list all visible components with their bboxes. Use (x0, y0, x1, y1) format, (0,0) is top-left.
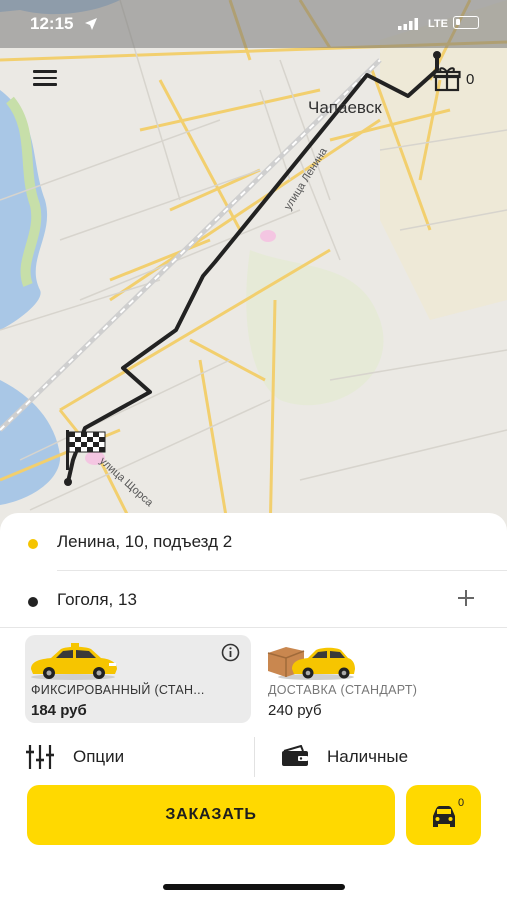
payment-method-button[interactable]: Наличные (255, 733, 507, 781)
destination-address-row[interactable]: Гоголя, 13 (0, 571, 507, 627)
payment-method-label: Наличные (327, 747, 409, 766)
destination-dot-icon (28, 597, 38, 607)
tariff-price: 184 руб (31, 702, 87, 719)
home-indicator[interactable] (163, 884, 345, 890)
order-button-label: ЗАКАЗАТЬ (165, 806, 257, 823)
active-orders-button[interactable]: 0 (406, 785, 481, 845)
map-city-label: Чапаевск (308, 98, 382, 117)
order-sheet: Ленина, 10, подъезд 2 Гоголя, 13 ФИКСИРО… (0, 513, 507, 900)
gift-count: 0 (466, 71, 475, 88)
hamburger-icon (33, 83, 57, 86)
location-arrow-icon (85, 18, 97, 30)
active-orders-count: 0 (458, 797, 465, 809)
tariff-name: ДОСТАВКА (СТАНДАРТ) (268, 683, 418, 697)
signal-strength-icon (398, 18, 418, 30)
battery-icon (453, 16, 479, 29)
delivery-car-icon (267, 647, 355, 680)
status-time: 12:15 (30, 14, 74, 33)
tariff-name: ФИКСИРОВАННЫЙ (СТАН... (31, 683, 205, 697)
info-icon[interactable] (221, 643, 240, 662)
add-stop-button[interactable] (455, 587, 477, 609)
network-type: LTE (428, 18, 448, 30)
order-button[interactable]: ЗАКАЗАТЬ (27, 785, 395, 845)
taxi-car-icon (31, 643, 117, 680)
hamburger-icon (33, 70, 57, 73)
tariff-price: 240 руб (268, 702, 322, 719)
pickup-address: Ленина, 10, подъезд 2 (57, 532, 233, 551)
tariff-card-fixed[interactable]: ФИКСИРОВАННЫЙ (СТАН... 184 руб (25, 635, 251, 723)
sliders-icon (26, 745, 54, 769)
options-label: Опции (73, 747, 125, 766)
status-bar: 12:15 LTE (0, 0, 507, 48)
wallet-icon (282, 745, 308, 766)
options-button[interactable]: Опции (0, 733, 254, 781)
destination-address: Гоголя, 13 (57, 590, 137, 609)
car-icon (433, 806, 455, 827)
hamburger-icon (33, 76, 57, 79)
gift-icon[interactable] (433, 66, 461, 92)
map[interactable]: Чапаевск улица Ленина улица Щорса (0, 0, 507, 540)
pickup-address-row[interactable]: Ленина, 10, подъезд 2 (0, 513, 507, 569)
menu-button[interactable] (33, 70, 57, 90)
tariff-card-delivery[interactable]: ДОСТАВКА (СТАНДАРТ) 240 руб (262, 635, 488, 723)
options-row: Опции Наличные (0, 733, 507, 781)
map-canvas (0, 0, 507, 540)
pickup-dot-icon (28, 539, 38, 549)
divider (0, 627, 507, 628)
